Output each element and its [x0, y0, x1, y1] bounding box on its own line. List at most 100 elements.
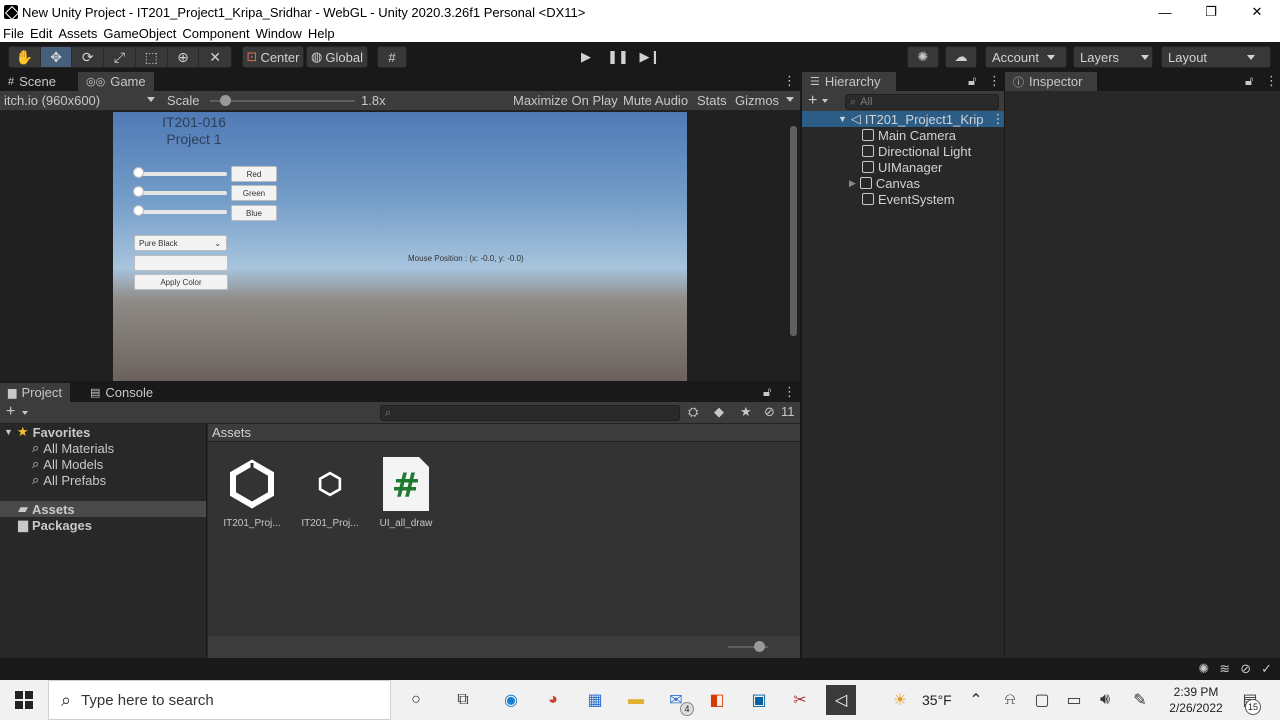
hierarchy-item-directional-light[interactable]: Directional Light: [862, 143, 971, 159]
mute-audio-toggle[interactable]: Mute Audio: [623, 93, 688, 108]
tab-inspector[interactable]: ⓘ Inspector: [1005, 72, 1097, 91]
asset-scene-settings[interactable]: IT201_Proj...: [290, 458, 370, 529]
rotate-tool-icon[interactable]: ⟳: [72, 47, 105, 67]
color-input[interactable]: [134, 255, 228, 271]
favorites-header[interactable]: ▼ ★ Favorites: [4, 424, 90, 440]
menu-gameobject[interactable]: GameObject: [100, 26, 179, 41]
kebab-menu-icon[interactable]: ⋮: [783, 384, 796, 400]
meet-now-icon[interactable]: ⍾: [998, 688, 1022, 712]
hierarchy-item-uimanager[interactable]: UIManager: [862, 159, 942, 175]
pivot-center-button[interactable]: ⊡ Center: [242, 46, 304, 68]
apply-color-button[interactable]: Apply Color: [134, 274, 228, 290]
gizmos-toggle[interactable]: Gizmos: [735, 93, 779, 108]
device-icon[interactable]: ▢: [1030, 688, 1054, 712]
close-button[interactable]: ✕: [1234, 0, 1280, 24]
blue-slider[interactable]: [133, 205, 227, 219]
store-icon[interactable]: ▦: [583, 688, 607, 712]
asset-csharp-script[interactable]: # UI_all_draw: [366, 457, 446, 529]
green-slider-handle[interactable]: [133, 186, 144, 197]
game-view-viewport[interactable]: IT201-016 Project 1 Red Green Blue Pure …: [113, 112, 687, 381]
weather-icon[interactable]: ☀: [888, 688, 912, 712]
cortana-icon[interactable]: ○: [404, 688, 428, 712]
volume-icon[interactable]: 🔊︎: [1093, 688, 1117, 712]
file-explorer-icon[interactable]: ▬: [624, 688, 648, 712]
space-global-button[interactable]: ◍ Global: [306, 46, 368, 68]
layout-dropdown[interactable]: Layout: [1161, 46, 1271, 68]
lock-icon[interactable]: 🔓︎: [1245, 73, 1253, 89]
project-search-input[interactable]: ⌕: [380, 405, 680, 421]
favorite-all-models[interactable]: ⌕ All Models: [32, 456, 103, 472]
taskbar-clock[interactable]: 2:39 PM 2/26/2022: [1168, 684, 1224, 716]
cloud-button[interactable]: ☁: [945, 46, 977, 68]
folder-assets[interactable]: ▰ Assets: [18, 501, 75, 517]
database-icon[interactable]: ≋: [1219, 661, 1230, 677]
icon-size-slider-handle[interactable]: [754, 641, 765, 652]
move-tool-icon[interactable]: ✥: [40, 47, 73, 67]
chrome-icon[interactable]: ◕: [541, 688, 565, 712]
search-by-type-icon[interactable]: ⛭: [688, 404, 698, 420]
blue-button[interactable]: Blue: [231, 205, 277, 221]
kebab-menu-icon[interactable]: ⋮: [988, 73, 1001, 89]
tab-hierarchy[interactable]: ☰ Hierarchy: [802, 72, 896, 91]
asset-scene-file[interactable]: IT201_Proj...: [212, 458, 292, 529]
green-button[interactable]: Green: [231, 185, 277, 201]
blue-slider-handle[interactable]: [133, 205, 144, 216]
search-by-label-icon[interactable]: ◆: [714, 404, 724, 420]
grid-snap-button[interactable]: #: [377, 46, 407, 68]
vscode-icon[interactable]: ▣: [747, 688, 771, 712]
check-icon[interactable]: ✓: [1261, 661, 1272, 677]
expand-arrow-icon[interactable]: ▶: [849, 178, 856, 189]
menu-assets[interactable]: Assets: [55, 26, 100, 41]
stats-toggle[interactable]: Stats: [697, 93, 727, 108]
rect-tool-icon[interactable]: ⬚: [136, 47, 168, 67]
step-button[interactable]: ▶❙: [634, 46, 666, 68]
chevron-down-icon[interactable]: [22, 411, 28, 415]
hidden-packages-icon[interactable]: ⊘: [764, 404, 775, 420]
pen-icon[interactable]: ✎: [1128, 688, 1152, 712]
restore-button[interactable]: ❐: [1188, 0, 1234, 24]
office-icon[interactable]: ◧: [705, 688, 729, 712]
folder-packages[interactable]: ▆ Packages: [18, 517, 92, 533]
game-scrollbar[interactable]: [790, 126, 797, 336]
green-slider[interactable]: [133, 186, 227, 200]
add-icon[interactable]: +: [6, 403, 15, 421]
menu-component[interactable]: Component: [179, 26, 252, 41]
hand-tool-icon[interactable]: ✋: [9, 47, 41, 67]
menu-file[interactable]: File: [0, 26, 27, 41]
menu-help[interactable]: Help: [305, 26, 338, 41]
windows-start-icon[interactable]: [12, 688, 36, 712]
kebab-menu-icon[interactable]: ⋮: [1265, 73, 1278, 89]
hierarchy-item-eventsystem[interactable]: EventSystem: [862, 191, 955, 207]
hierarchy-root-scene[interactable]: ▼ ◁ IT201_Project1_Krip ⋮: [838, 111, 1004, 127]
add-icon[interactable]: +: [808, 92, 817, 110]
favorite-all-prefabs[interactable]: ⌕ All Prefabs: [32, 472, 106, 488]
pause-button[interactable]: ❚❚: [602, 46, 634, 68]
scale-slider[interactable]: [210, 100, 355, 102]
tab-scene[interactable]: # Scene: [0, 72, 64, 91]
taskbar-search-input[interactable]: ⌕ Type here to search: [48, 680, 391, 720]
hierarchy-item-main-camera[interactable]: Main Camera: [862, 127, 956, 143]
lock-icon[interactable]: 🔓︎: [763, 384, 771, 400]
show-hidden-icons-icon[interactable]: ⌃: [964, 688, 988, 712]
kebab-menu-icon[interactable]: ⋮: [991, 111, 1004, 127]
minimize-button[interactable]: —: [1142, 0, 1188, 24]
lock-icon[interactable]: 🔓︎: [968, 73, 976, 89]
transform-tool-icon[interactable]: ⊕: [168, 47, 200, 67]
battery-icon[interactable]: ▭: [1062, 688, 1086, 712]
hierarchy-item-canvas[interactable]: ▶ Canvas: [849, 175, 920, 191]
favorites-star-icon[interactable]: ★: [740, 404, 752, 420]
autogenerate-lighting-icon[interactable]: ⊘: [1240, 661, 1251, 677]
scale-slider-handle[interactable]: [219, 95, 231, 106]
unity-taskbar-icon[interactable]: ◁: [826, 685, 856, 715]
menu-window[interactable]: Window: [253, 26, 305, 41]
account-dropdown[interactable]: Account: [985, 46, 1067, 68]
maximize-on-play-toggle[interactable]: Maximize On Play: [513, 93, 618, 108]
play-button[interactable]: ▶: [570, 46, 602, 68]
layers-dropdown[interactable]: Layers: [1073, 46, 1153, 68]
favorite-all-materials[interactable]: ⌕ All Materials: [32, 440, 114, 456]
kebab-menu-icon[interactable]: ⋮: [783, 73, 796, 89]
collab-button[interactable]: ✺: [907, 46, 939, 68]
red-slider-handle[interactable]: [133, 167, 144, 178]
hierarchy-search-input[interactable]: ⌕ All: [845, 94, 999, 110]
red-button[interactable]: Red: [231, 166, 277, 182]
